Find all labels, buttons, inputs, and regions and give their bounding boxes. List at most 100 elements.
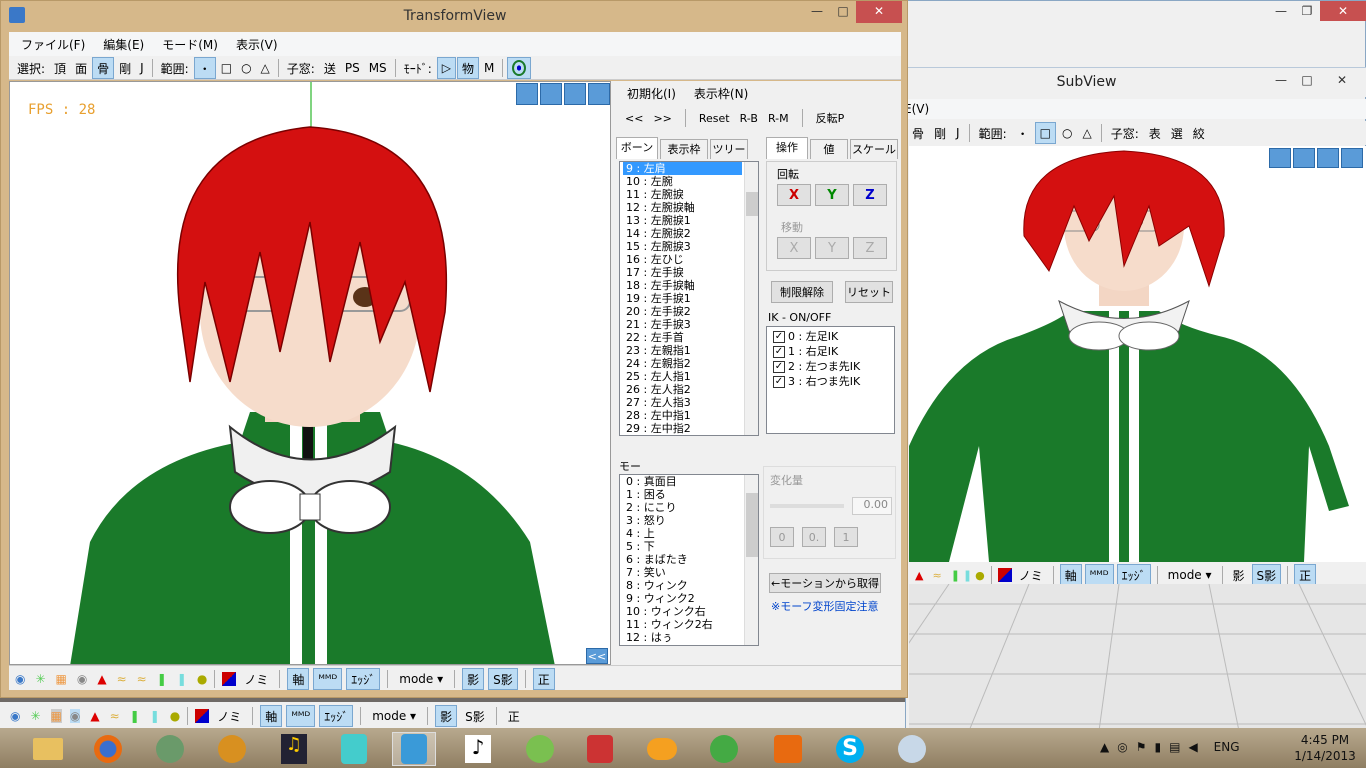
- bone-list-item[interactable]: 29 : 左中指2: [623, 422, 758, 435]
- gear-yellow-icon[interactable]: ●: [170, 709, 180, 723]
- morph-list-item[interactable]: 10 : ウィンク右: [623, 605, 758, 618]
- select-vertex[interactable]: 頂: [50, 57, 70, 79]
- change-half-button[interactable]: 0.: [802, 527, 826, 547]
- menu-view[interactable]: 表示(V): [236, 36, 278, 53]
- bone-cyan-icon[interactable]: ❚: [150, 709, 160, 723]
- morph-list-item[interactable]: 6 : まばたき: [623, 553, 758, 566]
- sparkle-icon[interactable]: ✳: [30, 709, 40, 723]
- bone-list-item[interactable]: 18 : 左手捩軸: [623, 279, 758, 292]
- mmd-button[interactable]: ᴹᴹᴰ: [313, 668, 343, 690]
- morph-list-item[interactable]: 5 : 下: [623, 540, 758, 553]
- audio-icon[interactable]: [210, 732, 254, 766]
- bone-list-item[interactable]: 12 : 左腕捩軸: [623, 201, 758, 214]
- morph-list-item[interactable]: 1 : 困る: [623, 488, 758, 501]
- avatar-app-icon[interactable]: [578, 732, 622, 766]
- sv-child-table[interactable]: 表: [1145, 122, 1165, 144]
- child-send[interactable]: 送: [320, 57, 340, 79]
- outer-sei-button[interactable]: 正: [504, 705, 524, 727]
- wave-icon[interactable]: ≈: [932, 569, 941, 582]
- bone-list-item[interactable]: 27 : 左人指3: [623, 396, 758, 409]
- wave2-icon[interactable]: ≈: [137, 672, 147, 686]
- morph-list-item[interactable]: 12 : はぅ: [623, 631, 758, 644]
- minimize-icon[interactable]: —: [804, 1, 830, 23]
- bone-list-item[interactable]: 22 : 左手首: [623, 331, 758, 344]
- change-zero-button[interactable]: 0: [770, 527, 794, 547]
- rotate-y-button[interactable]: Y: [815, 184, 849, 206]
- bone-list-item[interactable]: 15 : 左腕捩3: [623, 240, 758, 253]
- close-icon[interactable]: ✕: [1320, 1, 1366, 21]
- zoom-icon[interactable]: [564, 83, 586, 105]
- bone-list-item[interactable]: 23 : 左親指1: [623, 344, 758, 357]
- bone-list-scrollbar[interactable]: [744, 162, 758, 435]
- sv-range-square[interactable]: □: [1034, 122, 1056, 144]
- bone-green-icon[interactable]: ❚: [130, 709, 140, 723]
- bone-list[interactable]: 9 : 左肩 10 : 左腕 11 : 左腕捩 12 : 左腕捩軸 13 : 左腕捩1 1…: [619, 161, 759, 436]
- firefox-icon[interactable]: [86, 732, 130, 766]
- sv-range-dot[interactable]: ・: [1013, 122, 1033, 144]
- triangle-red-icon[interactable]: ▲: [97, 672, 106, 686]
- vertex-icon[interactable]: ◉: [10, 709, 20, 723]
- outer-mmd-button[interactable]: ᴹᴹᴰ: [286, 705, 316, 727]
- select-joint[interactable]: J: [136, 57, 148, 79]
- rotate-icon[interactable]: [1341, 148, 1363, 168]
- clock[interactable]: 4:45 PM 1/14/2013: [1290, 732, 1360, 764]
- bone-green-icon[interactable]: ❚: [951, 569, 960, 582]
- range-circle[interactable]: ○: [237, 57, 255, 79]
- pan-icon[interactable]: [516, 83, 538, 105]
- bone-list-item[interactable]: 26 : 左人指2: [623, 383, 758, 396]
- gear-yellow-icon[interactable]: ●: [197, 672, 207, 686]
- sv-sei-button[interactable]: 正: [1294, 564, 1317, 586]
- rotate-z-button[interactable]: Z: [853, 184, 887, 206]
- bone-list-item[interactable]: 10 : 左腕: [623, 175, 758, 188]
- nav-reset[interactable]: Reset: [699, 112, 730, 125]
- child-ps[interactable]: PS: [341, 57, 364, 79]
- sshadow-button[interactable]: S影: [488, 668, 518, 690]
- sv-shadow-button[interactable]: 影: [1229, 564, 1249, 586]
- triangle-red-icon[interactable]: ▲: [915, 569, 923, 582]
- color-icon[interactable]: [195, 709, 210, 723]
- sv-edge-button[interactable]: ｴｯｼﾞ: [1116, 564, 1151, 586]
- crosshair-icon[interactable]: [507, 57, 532, 79]
- joinme-icon[interactable]: [640, 732, 684, 766]
- morph-list-scrollbar[interactable]: [744, 475, 758, 645]
- mode-select[interactable]: mode ▾: [395, 668, 447, 690]
- triangle-red-icon[interactable]: ▲: [90, 709, 99, 723]
- color-icon[interactable]: [222, 672, 237, 686]
- ball-icon[interactable]: [518, 732, 562, 766]
- mesh-icon[interactable]: ▦: [56, 672, 67, 686]
- app-green-icon[interactable]: [148, 732, 192, 766]
- tab-operation[interactable]: 操作: [766, 137, 808, 159]
- tray-expand-icon[interactable]: ▲: [1100, 740, 1109, 754]
- outer-nomi-button[interactable]: ノミ: [213, 705, 245, 727]
- bone-list-item[interactable]: 11 : 左腕捩: [623, 188, 758, 201]
- subview-3d-view[interactable]: [909, 146, 1366, 562]
- bone-cyan-icon[interactable]: ❚: [963, 569, 972, 582]
- sv-mode-select[interactable]: mode ▾: [1164, 564, 1216, 586]
- music-icon[interactable]: ♫: [272, 732, 316, 766]
- range-square[interactable]: □: [217, 57, 236, 79]
- sv-child-filter[interactable]: 絞: [1189, 122, 1209, 144]
- bone-list-item[interactable]: 24 : 左親指2: [623, 357, 758, 370]
- morph-list-item[interactable]: 4 : 上: [623, 527, 758, 540]
- maximize-icon[interactable]: □: [830, 1, 856, 23]
- outer-edge-button[interactable]: ｴｯｼﾞ: [319, 705, 354, 727]
- zoom-icon[interactable]: [1317, 148, 1339, 168]
- sv-child-select[interactable]: 選: [1167, 122, 1187, 144]
- bone-list-item[interactable]: 17 : 左手捩: [623, 266, 758, 279]
- bone-list-item[interactable]: 28 : 左中指1: [623, 409, 758, 422]
- morph-list-item[interactable]: 7 : 笑い: [623, 566, 758, 579]
- change-one-button[interactable]: 1: [834, 527, 858, 547]
- nomi-button[interactable]: ノミ: [240, 668, 272, 690]
- sparkle-icon[interactable]: ✳: [35, 672, 45, 686]
- morph-list[interactable]: 0 : 真面目 1 : 困る 2 : にこり 3 : 怒り 4 : 上5 : 下6 : …: [619, 474, 759, 646]
- volume-icon[interactable]: ◀: [1188, 740, 1197, 754]
- nav-rb[interactable]: R-B: [740, 112, 758, 125]
- morph-list-item[interactable]: 0 : 真面目: [623, 475, 758, 488]
- mesh-icon[interactable]: ▦: [50, 709, 62, 723]
- move-icon[interactable]: [1293, 148, 1315, 168]
- range-triangle[interactable]: △: [257, 57, 274, 79]
- select-face[interactable]: 面: [71, 57, 91, 79]
- child-ms[interactable]: MS: [365, 57, 391, 79]
- tab-tree[interactable]: ツリー: [710, 139, 748, 159]
- ik-list-item[interactable]: ✓ 2 : 左つま先IK: [770, 359, 894, 374]
